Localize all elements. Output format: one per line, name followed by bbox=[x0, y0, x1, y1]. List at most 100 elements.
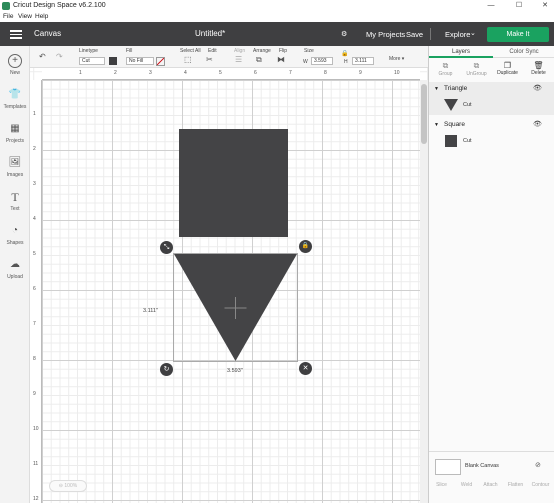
section-title: Canvas bbox=[34, 29, 62, 38]
ungroup-button[interactable]: ⧉ UnGroup bbox=[461, 58, 492, 80]
menu-file[interactable]: File bbox=[3, 13, 13, 20]
redo-icon[interactable]: ↷ bbox=[56, 52, 63, 61]
more-menu-button[interactable]: More ▾ bbox=[389, 56, 404, 62]
ruler-left-number: 9 bbox=[33, 391, 36, 397]
rotate-handle-icon[interactable]: ↻ bbox=[160, 363, 173, 376]
select-all-icon[interactable]: ⬚ bbox=[184, 55, 192, 64]
eye-icon[interactable]: 👁 bbox=[533, 120, 542, 128]
slice-button[interactable]: Slice bbox=[429, 482, 454, 488]
hidden-eye-icon[interactable]: ⊘ bbox=[535, 461, 541, 469]
resize-handle-icon[interactable]: ⤡ bbox=[160, 241, 173, 254]
tab-layers[interactable]: Layers bbox=[429, 46, 493, 58]
flatten-button[interactable]: Flatten bbox=[503, 482, 528, 488]
layer-name-triangle: Triangle bbox=[444, 85, 468, 92]
align-icon[interactable]: ☰ bbox=[235, 55, 242, 64]
weld-button[interactable]: Weld bbox=[454, 482, 479, 488]
my-projects-link[interactable]: My Projects bbox=[366, 30, 405, 39]
group-icon: ⧉ bbox=[442, 61, 449, 70]
edit-label: Edit bbox=[208, 48, 217, 54]
delete-button[interactable]: 🗑 Delete bbox=[523, 58, 554, 80]
collapse-triangle-icon[interactable]: ▼ bbox=[434, 86, 439, 92]
layer-cut-label: Cut bbox=[463, 102, 472, 108]
layer-group-square[interactable]: ▼ Square 👁 Cut bbox=[429, 118, 554, 151]
header-divider bbox=[430, 28, 431, 40]
align-label: Align bbox=[234, 48, 246, 54]
minimize-button[interactable]: — bbox=[482, 0, 500, 12]
save-button[interactable]: Save bbox=[406, 30, 423, 39]
plus-icon: + bbox=[8, 54, 22, 68]
no-fill-swatch-icon[interactable] bbox=[156, 57, 165, 66]
menu-bar: File View Help bbox=[0, 12, 554, 22]
left-sidebar: + New 👕 Templates ▦ Projects 🖼 Images T … bbox=[0, 46, 30, 503]
close-window-button[interactable]: ✕ bbox=[536, 0, 554, 12]
layer-group-triangle[interactable]: ▼ Triangle 👁 Cut bbox=[429, 82, 554, 115]
linetype-color-swatch[interactable] bbox=[109, 57, 117, 65]
linetype-label: Linetype bbox=[79, 48, 98, 54]
blank-canvas-swatch[interactable] bbox=[435, 459, 461, 475]
explore-button[interactable]: Explore bbox=[445, 30, 470, 39]
width-input[interactable]: 3.593 bbox=[311, 57, 333, 65]
flip-icon[interactable]: ⧓ bbox=[277, 55, 285, 64]
triangle-shape[interactable] bbox=[173, 253, 299, 363]
lock-handle-icon[interactable]: 🔒 bbox=[299, 240, 312, 253]
document-title: Untitled* bbox=[195, 29, 226, 38]
ruler-top-number: 8 bbox=[324, 70, 327, 76]
cloud-upload-icon: ☁ bbox=[10, 259, 20, 270]
eye-icon[interactable]: 👁 bbox=[533, 84, 542, 92]
delete-handle-icon[interactable]: ✕ bbox=[299, 362, 312, 375]
duplicate-button[interactable]: ❐ Duplicate bbox=[492, 58, 523, 80]
sidebar-new[interactable]: + New bbox=[0, 54, 30, 86]
shapes-icon: ◔ bbox=[11, 225, 19, 236]
chevron-down-icon[interactable]: ⌄ bbox=[470, 29, 476, 37]
group-button[interactable]: ⧉ Group bbox=[430, 58, 461, 80]
user-profile-icon[interactable]: ⚙ bbox=[341, 30, 347, 38]
hamburger-menu-icon[interactable] bbox=[10, 30, 22, 39]
ruler-left-number: 10 bbox=[33, 426, 39, 432]
canvas-scrollbar-thumb[interactable] bbox=[421, 84, 427, 144]
square-thumb-icon bbox=[445, 135, 457, 147]
ruler-left-number: 4 bbox=[33, 216, 36, 222]
zoom-control[interactable]: ⊖ 100% bbox=[49, 480, 87, 492]
panel-divider bbox=[429, 451, 554, 452]
duplicate-icon: ❐ bbox=[503, 61, 512, 70]
sidebar-shapes[interactable]: ◔ Shapes bbox=[0, 224, 30, 256]
undo-icon[interactable]: ↶ bbox=[39, 52, 46, 61]
height-label: H bbox=[344, 59, 348, 65]
zoom-out-icon[interactable]: ⊖ bbox=[59, 483, 63, 489]
sidebar-templates[interactable]: 👕 Templates bbox=[0, 88, 30, 120]
contour-button[interactable]: Contour bbox=[528, 482, 553, 488]
maximize-button[interactable]: ☐ bbox=[510, 0, 528, 12]
arrange-icon[interactable]: ⧉ bbox=[256, 55, 262, 65]
sidebar-text[interactable]: T Text bbox=[0, 190, 30, 222]
ruler-top-number: 9 bbox=[359, 70, 362, 76]
ruler-left-number: 2 bbox=[33, 146, 36, 152]
ruler-left-number: 12 bbox=[33, 496, 39, 502]
fill-select[interactable]: No Fill bbox=[126, 57, 154, 65]
height-input[interactable]: 3.111 bbox=[352, 57, 374, 65]
ruler-top-number: 5 bbox=[219, 70, 222, 76]
ruler-top-number: 2 bbox=[114, 70, 117, 76]
title-bar: Cricut Design Space v6.2.100 — ☐ ✕ bbox=[0, 0, 554, 12]
ruler-top-number: 1 bbox=[79, 70, 82, 76]
linetype-select[interactable]: Cut bbox=[79, 57, 105, 65]
app-header: Canvas Untitled* ⚙ My Projects Save Expl… bbox=[0, 22, 554, 46]
image-icon: 🖼 bbox=[8, 157, 22, 168]
ruler-left-number: 6 bbox=[33, 286, 36, 292]
sidebar-upload[interactable]: ☁ Upload bbox=[0, 258, 30, 290]
square-svg bbox=[179, 129, 288, 237]
width-dimension-label: 3.593" bbox=[227, 368, 243, 374]
edit-icon[interactable]: ✂ bbox=[206, 55, 213, 64]
lock-aspect-icon[interactable]: 🔒 bbox=[341, 50, 348, 57]
menu-view[interactable]: View bbox=[18, 13, 32, 20]
menu-help[interactable]: Help bbox=[35, 13, 48, 20]
select-all-label: Select All bbox=[180, 48, 201, 54]
size-label: Size bbox=[304, 48, 314, 54]
tab-color-sync[interactable]: Color Sync bbox=[493, 46, 554, 58]
sidebar-projects[interactable]: ▦ Projects bbox=[0, 122, 30, 154]
square-shape[interactable] bbox=[179, 129, 288, 237]
ruler-left-number: 7 bbox=[33, 321, 36, 327]
collapse-square-icon[interactable]: ▼ bbox=[434, 122, 439, 128]
sidebar-images[interactable]: 🖼 Images bbox=[0, 156, 30, 188]
attach-button[interactable]: Attach bbox=[478, 482, 503, 488]
make-it-button[interactable]: Make It bbox=[487, 27, 549, 42]
